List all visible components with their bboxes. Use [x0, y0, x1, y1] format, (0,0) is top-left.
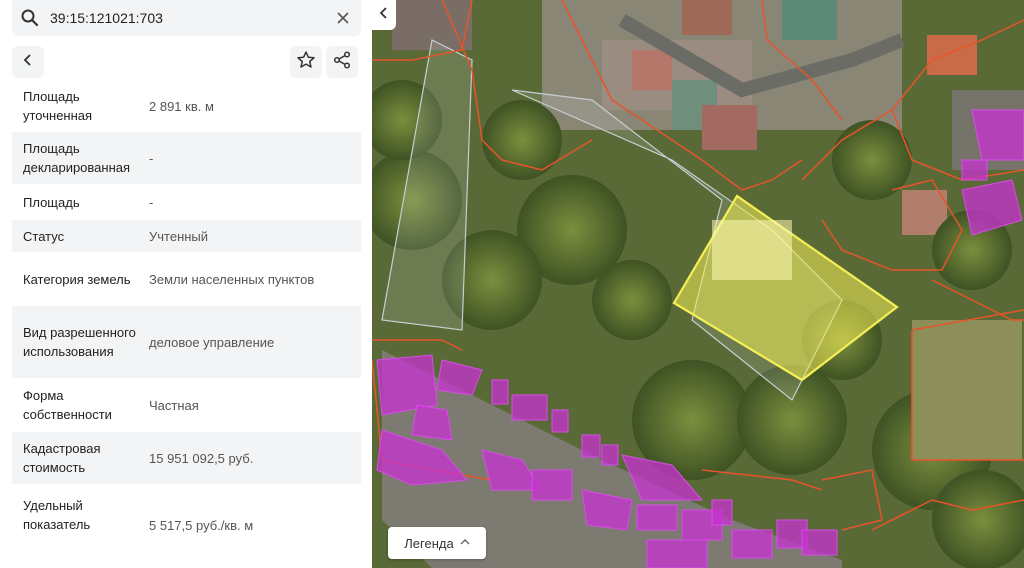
chevron-left-icon: [377, 6, 391, 25]
property-row: Статус Учтенный: [12, 220, 361, 252]
property-value: -: [149, 194, 154, 210]
panel-toolbar: [12, 46, 361, 80]
property-label: Площадь декларированная: [23, 141, 131, 175]
close-icon[interactable]: [333, 8, 353, 28]
property-list: Площадь уточненная 2 891 кв. м Площадь д…: [12, 80, 361, 546]
property-label: Категория земель: [23, 271, 131, 287]
property-row: Форма собственности Частная: [12, 378, 361, 432]
property-row: Площадь -: [12, 184, 361, 220]
property-row: Площадь декларированная -: [12, 132, 361, 184]
property-row: Кадастровая стоимость 15 951 092,5 руб.: [12, 432, 361, 484]
property-label: Площадь: [23, 194, 80, 210]
property-label: Кадастровая стоимость: [23, 441, 101, 475]
legend-button[interactable]: Легенда: [388, 527, 486, 559]
property-value: 5 517,5 руб./кв. м: [149, 518, 254, 533]
back-button[interactable]: [12, 46, 44, 78]
property-row: Площадь уточненная 2 891 кв. м: [12, 80, 361, 132]
search-icon: [20, 8, 40, 28]
property-value: 15 951 092,5 руб.: [149, 450, 254, 466]
favorite-button[interactable]: [290, 46, 322, 78]
share-button[interactable]: [326, 46, 358, 78]
property-label: Вид разрешенного использования: [23, 325, 136, 359]
property-row: Категория земель Земли населенных пункто…: [12, 252, 361, 306]
property-label: Площадь уточненная: [23, 89, 93, 123]
info-panel: Площадь уточненная 2 891 кв. м Площадь д…: [0, 0, 372, 568]
property-label: Статус: [23, 228, 65, 244]
property-value: Земли населенных пунктов: [149, 271, 315, 287]
share-icon: [332, 50, 352, 75]
chevron-left-icon: [20, 52, 36, 73]
search-input[interactable]: [50, 10, 320, 26]
property-row: Вид разрешенного использования деловое у…: [12, 306, 361, 378]
property-label: Удельный показатель: [23, 498, 91, 532]
map-view[interactable]: [372, 0, 1024, 568]
star-icon: [296, 50, 316, 75]
satellite-map: [372, 0, 1024, 568]
legend-label: Легенда: [404, 535, 454, 551]
property-row: Удельный показатель 5 517,5 руб./кв. м: [12, 484, 361, 546]
search-bar: [12, 0, 361, 36]
property-value: -: [149, 150, 154, 166]
property-label: Форма собственности: [23, 388, 112, 422]
property-value: 2 891 кв. м: [149, 98, 214, 114]
collapse-panel-button[interactable]: [372, 0, 396, 30]
property-value: Частная: [149, 397, 199, 413]
property-value: деловое управление: [149, 334, 275, 350]
property-value: Учтенный: [149, 228, 209, 244]
chevron-up-icon: [460, 538, 470, 549]
